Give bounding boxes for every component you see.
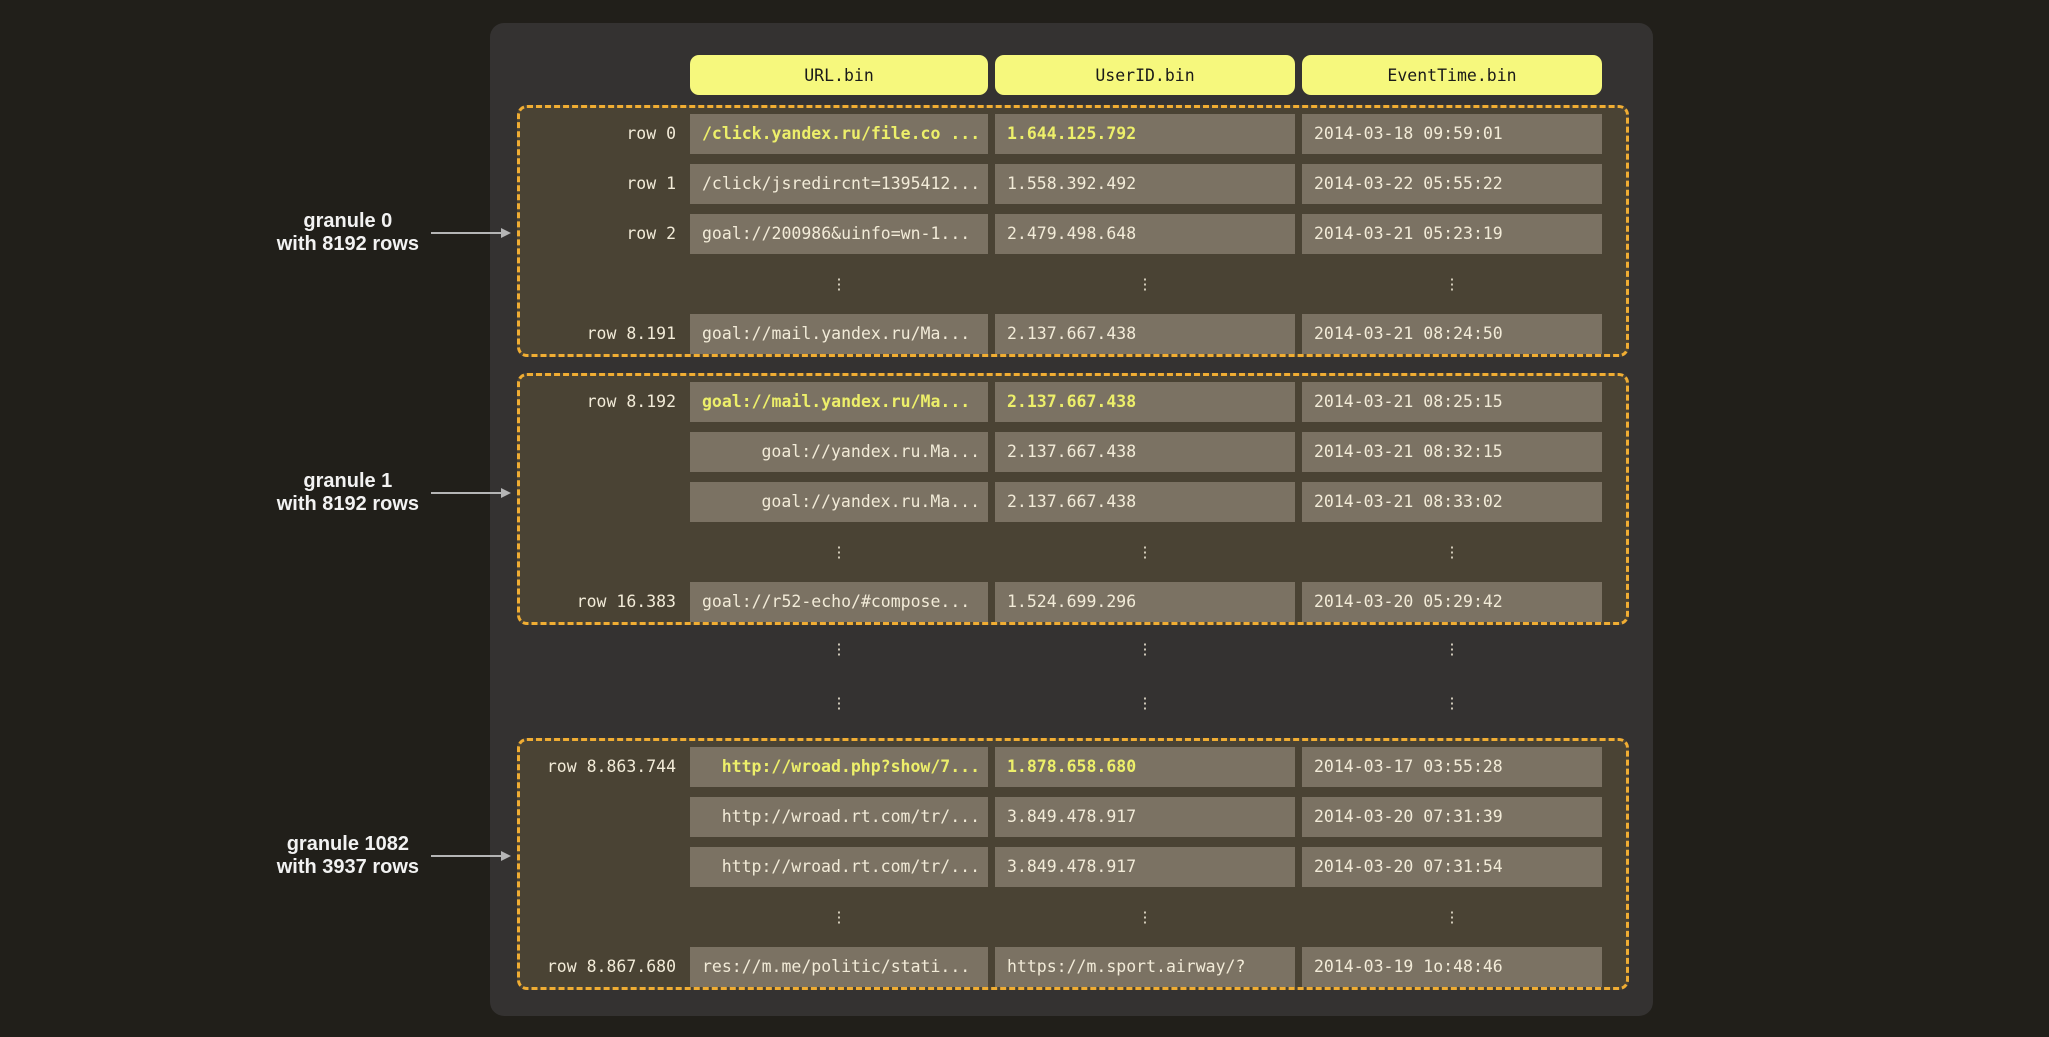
table-row: row 8.863.744 http://wroad.php?show/7...… <box>520 747 1626 787</box>
row-label: row 16.383 <box>520 582 690 622</box>
vertical-ellipsis-icon: ⋮ <box>690 689 988 717</box>
url-cell: /click.yandex.ru/file.co ... <box>690 114 988 154</box>
skipped-granules-ellipsis: ⋮ ⋮ ⋮ <box>520 635 1602 663</box>
url-cell: goal://mail.yandex.ru/Ma... <box>690 314 988 354</box>
table-row: row 1 /click/jsredircnt=1395412... 1.558… <box>520 164 1626 204</box>
eventtime-cell: 2014-03-18 09:59:01 <box>1302 114 1602 154</box>
vertical-ellipsis-icon: ⋮ <box>1302 897 1602 937</box>
row-label: row 8.192 <box>520 382 690 422</box>
row-label: row 8.863.744 <box>520 747 690 787</box>
row-label: row 0 <box>520 114 690 154</box>
eventtime-cell: 2014-03-19 1o:48:46 <box>1302 947 1602 987</box>
granule-name: granule 0 <box>277 210 419 233</box>
url-cell: res://m.me/politic/stati... <box>690 947 988 987</box>
userid-cell: 3.849.478.917 <box>995 847 1295 887</box>
granule-box-1082: row 8.863.744 http://wroad.php?show/7...… <box>517 738 1629 990</box>
url-cell: http://wroad.php?show/7... <box>690 747 988 787</box>
eventtime-cell: 2014-03-20 07:31:54 <box>1302 847 1602 887</box>
userid-cell: 2.137.667.438 <box>995 314 1295 354</box>
vertical-ellipsis-icon: ⋮ <box>995 264 1295 304</box>
table-row: http://wroad.rt.com/tr/... 3.849.478.917… <box>520 847 1626 887</box>
vertical-ellipsis-icon: ⋮ <box>690 635 988 663</box>
userid-cell: 2.137.667.438 <box>995 482 1295 522</box>
granule-rows-note: with 3937 rows <box>277 856 419 879</box>
vertical-ellipsis-icon: ⋮ <box>995 635 1295 663</box>
url-cell: goal://yandex.ru.Ma... <box>690 482 988 522</box>
ellipsis-row: ⋮ ⋮ ⋮ <box>520 264 1626 304</box>
table-row: http://wroad.rt.com/tr/... 3.849.478.917… <box>520 797 1626 837</box>
ellipsis-row: ⋮ ⋮ ⋮ <box>520 897 1626 937</box>
row-label <box>520 797 690 837</box>
table-row: row 8.191 goal://mail.yandex.ru/Ma... 2.… <box>520 314 1626 354</box>
userid-cell: 1.558.392.492 <box>995 164 1295 204</box>
vertical-ellipsis-icon: ⋮ <box>1302 689 1602 717</box>
eventtime-cell: 2014-03-17 03:55:28 <box>1302 747 1602 787</box>
table-row: row 16.383 goal://r52-echo/#compose... 1… <box>520 582 1626 622</box>
url-cell: goal://200986&uinfo=wn-1... <box>690 214 988 254</box>
userid-cell: 1.644.125.792 <box>995 114 1295 154</box>
table-row: row 2 goal://200986&uinfo=wn-1... 2.479.… <box>520 214 1626 254</box>
table-row: row 0 /click.yandex.ru/file.co ... 1.644… <box>520 114 1626 154</box>
vertical-ellipsis-icon: ⋮ <box>1302 532 1602 572</box>
arrow-right-icon <box>431 486 511 500</box>
row-label: row 2 <box>520 214 690 254</box>
granule-annotation-1: granule 1 with 8192 rows <box>277 470 511 516</box>
row-label <box>520 847 690 887</box>
table-row: row 8.867.680 res://m.me/politic/stati..… <box>520 947 1626 987</box>
url-cell: goal://mail.yandex.ru/Ma... <box>690 382 988 422</box>
userid-cell: 2.137.667.438 <box>995 382 1295 422</box>
vertical-ellipsis-icon: ⋮ <box>995 532 1295 572</box>
eventtime-cell: 2014-03-21 08:25:15 <box>1302 382 1602 422</box>
userid-cell: https://m.sport.airway/? <box>995 947 1295 987</box>
granule-box-0: row 0 /click.yandex.ru/file.co ... 1.644… <box>517 105 1629 357</box>
vertical-ellipsis-icon: ⋮ <box>995 897 1295 937</box>
userid-cell: 1.878.658.680 <box>995 747 1295 787</box>
arrow-right-icon <box>431 226 511 240</box>
vertical-ellipsis-icon: ⋮ <box>690 897 988 937</box>
granule-name: granule 1 <box>277 470 419 493</box>
url-cell: http://wroad.rt.com/tr/... <box>690 847 988 887</box>
arrow-right-icon <box>431 849 511 863</box>
userid-cell: 2.479.498.648 <box>995 214 1295 254</box>
userid-cell: 2.137.667.438 <box>995 432 1295 472</box>
eventtime-cell: 2014-03-22 05:55:22 <box>1302 164 1602 204</box>
userid-cell: 3.849.478.917 <box>995 797 1295 837</box>
eventtime-cell: 2014-03-20 07:31:39 <box>1302 797 1602 837</box>
vertical-ellipsis-icon: ⋮ <box>1302 635 1602 663</box>
granule-rows-note: with 8192 rows <box>277 233 419 256</box>
granule-annotation-1082: granule 1082 with 3937 rows <box>277 833 511 879</box>
eventtime-cell: 2014-03-21 05:23:19 <box>1302 214 1602 254</box>
column-header-url: URL.bin <box>690 55 988 95</box>
vertical-ellipsis-icon: ⋮ <box>690 532 988 572</box>
url-cell: /click/jsredircnt=1395412... <box>690 164 988 204</box>
column-header-userid: UserID.bin <box>995 55 1295 95</box>
url-cell: goal://r52-echo/#compose... <box>690 582 988 622</box>
vertical-ellipsis-icon: ⋮ <box>1302 264 1602 304</box>
url-cell: http://wroad.rt.com/tr/... <box>690 797 988 837</box>
row-label <box>520 482 690 522</box>
table-row: row 8.192 goal://mail.yandex.ru/Ma... 2.… <box>520 382 1626 422</box>
column-header-eventtime: EventTime.bin <box>1302 55 1602 95</box>
row-label <box>520 432 690 472</box>
skipped-granules-ellipsis: ⋮ ⋮ ⋮ <box>520 689 1602 717</box>
eventtime-cell: 2014-03-21 08:24:50 <box>1302 314 1602 354</box>
eventtime-cell: 2014-03-20 05:29:42 <box>1302 582 1602 622</box>
vertical-ellipsis-icon: ⋮ <box>995 689 1295 717</box>
table-row: goal://yandex.ru.Ma... 2.137.667.438 201… <box>520 482 1626 522</box>
vertical-ellipsis-icon: ⋮ <box>690 264 988 304</box>
ellipsis-row: ⋮ ⋮ ⋮ <box>520 532 1626 572</box>
row-label: row 8.191 <box>520 314 690 354</box>
granule-name: granule 1082 <box>277 833 419 856</box>
row-label: row 1 <box>520 164 690 204</box>
eventtime-cell: 2014-03-21 08:33:02 <box>1302 482 1602 522</box>
granule-annotation-0: granule 0 with 8192 rows <box>277 210 511 256</box>
eventtime-cell: 2014-03-21 08:32:15 <box>1302 432 1602 472</box>
table-row: goal://yandex.ru.Ma... 2.137.667.438 201… <box>520 432 1626 472</box>
granule-box-1: row 8.192 goal://mail.yandex.ru/Ma... 2.… <box>517 373 1629 625</box>
url-cell: goal://yandex.ru.Ma... <box>690 432 988 472</box>
data-part-panel: URL.bin UserID.bin EventTime.bin row 0 /… <box>490 23 1653 1016</box>
granule-rows-note: with 8192 rows <box>277 493 419 516</box>
userid-cell: 1.524.699.296 <box>995 582 1295 622</box>
row-label: row 8.867.680 <box>520 947 690 987</box>
